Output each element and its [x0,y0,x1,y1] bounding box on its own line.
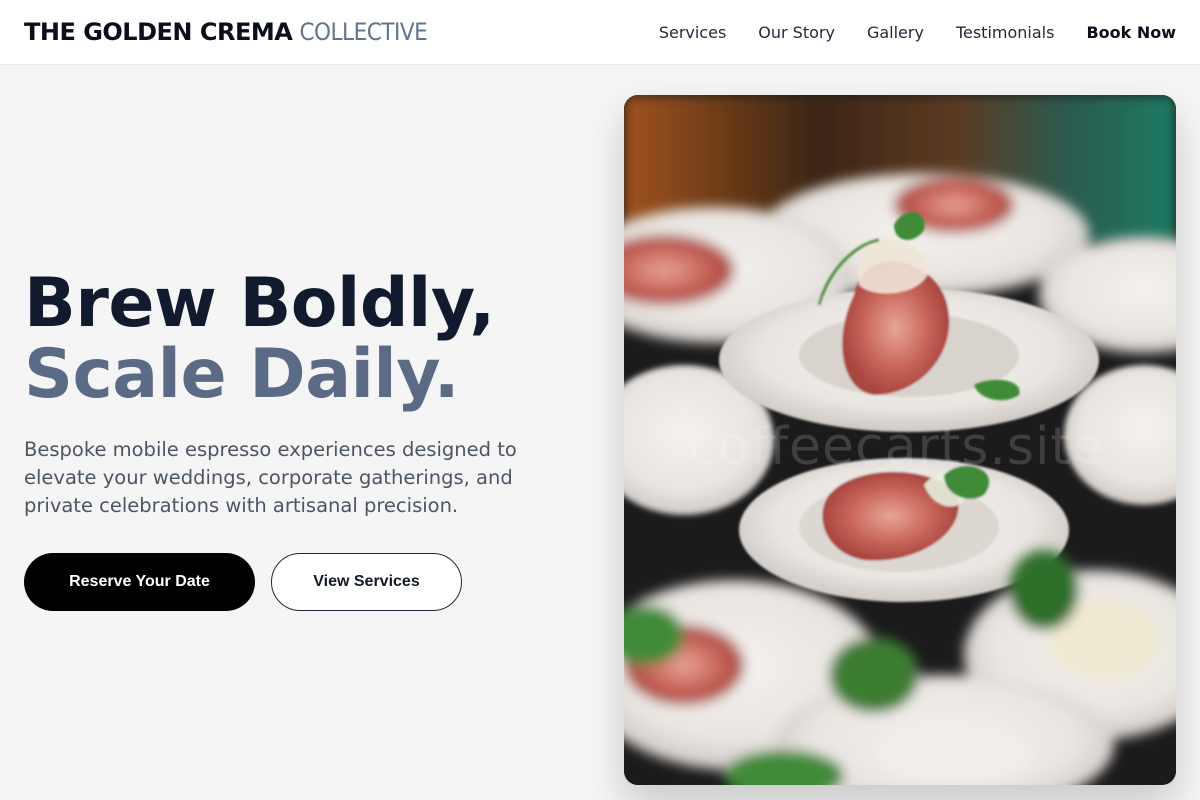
nav-item-gallery[interactable]: Gallery [867,23,924,42]
nav-book-now-link[interactable]: Book Now [1086,23,1176,42]
hero-section: Brew Boldly, Scale Daily. Bespoke mobile… [24,268,584,520]
brand-logo[interactable]: THE GOLDEN CREMA COLLECTIVE [24,18,428,46]
hero-subtext: Bespoke mobile espresso experiences desi… [24,438,517,517]
hero-photo: coffeecarts.site [624,95,1176,785]
brand-name-strong: THE GOLDEN CREMA [24,18,293,46]
site-header: THE GOLDEN CREMA COLLECTIVE Services Our… [0,0,1200,65]
view-services-button[interactable]: View Services [271,553,462,611]
hero-headline-line1: Brew Boldly, [24,264,495,343]
reserve-date-button[interactable]: Reserve Your Date [24,553,255,611]
main-nav: Services Our Story Gallery Testimonials … [627,23,1176,42]
nav-item-testimonials[interactable]: Testimonials [956,23,1055,42]
nav-item-services[interactable]: Services [659,23,726,42]
photo-watermark: coffeecarts.site [688,417,1105,477]
hero-buttons: Reserve Your Date View Services [24,553,462,611]
hero-headline: Brew Boldly, Scale Daily. [24,268,584,410]
brand-name-light: COLLECTIVE [299,18,428,46]
nav-item-our-story[interactable]: Our Story [758,23,835,42]
hero-headline-line2: Scale Daily. [24,335,460,414]
